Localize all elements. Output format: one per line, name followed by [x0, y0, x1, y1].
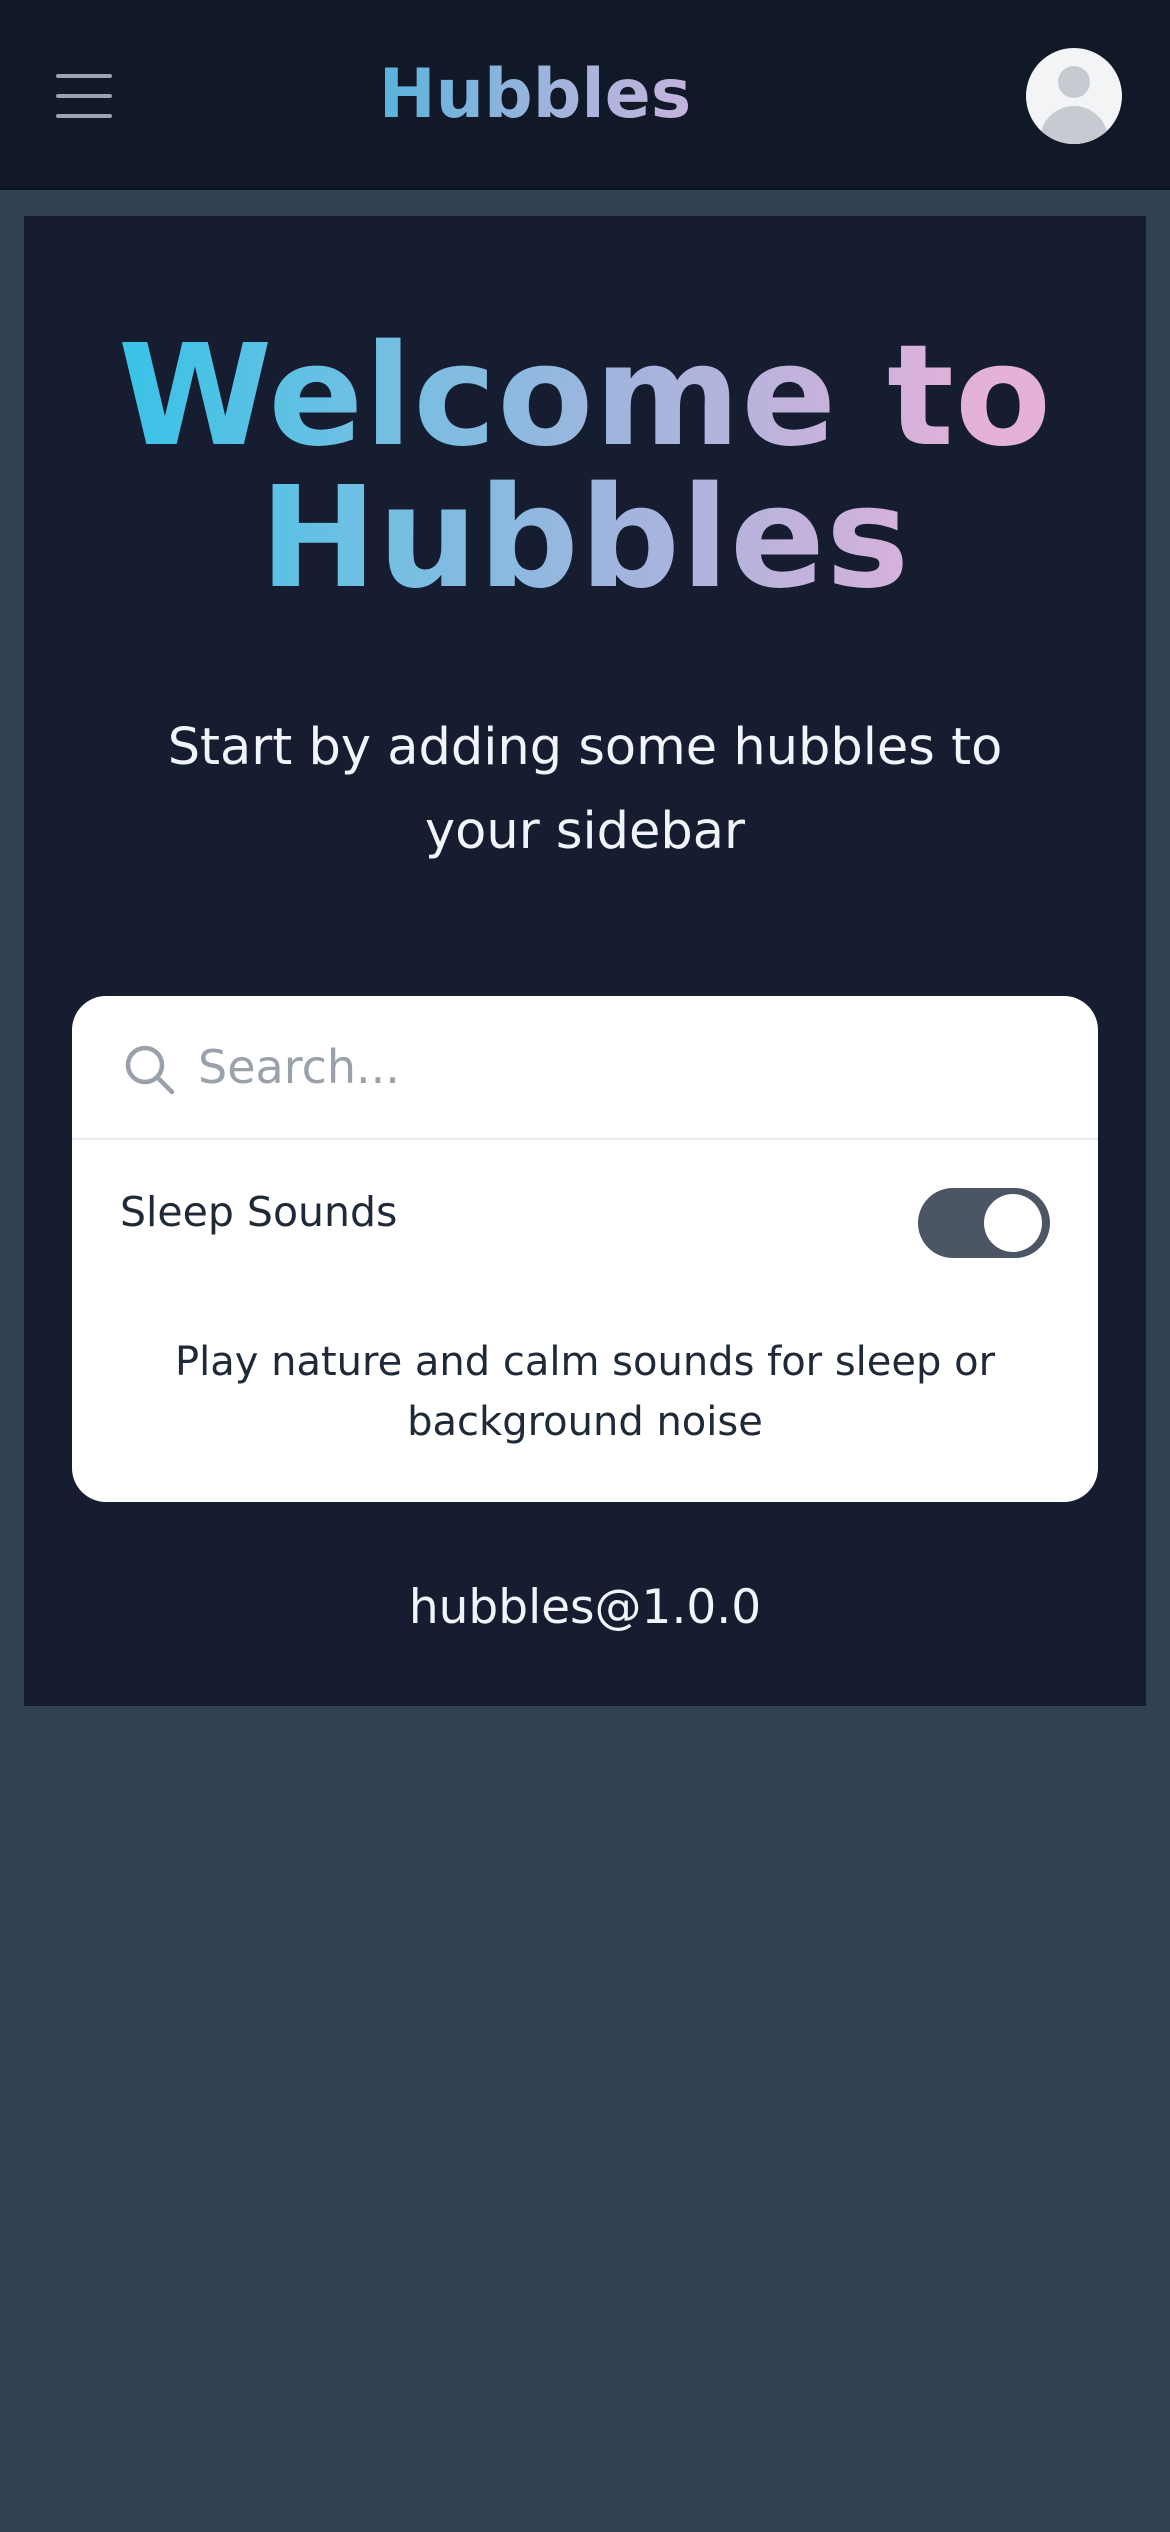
- sleep-sounds-toggle[interactable]: [918, 1188, 1050, 1258]
- version-label: hubbles@1.0.0: [408, 1580, 762, 1635]
- search-bar: [72, 996, 1098, 1140]
- hubble-card: Sleep Sounds Play nature and calm sounds…: [72, 996, 1098, 1502]
- welcome-subtitle: Start by adding some hubbles to your sid…: [167, 718, 1003, 861]
- menu-line: [56, 94, 112, 98]
- user-avatar-icon[interactable]: [1026, 48, 1122, 144]
- sleep-sounds-description: Play nature and calm sounds for sleep or…: [174, 1339, 996, 1445]
- menu-line: [56, 114, 112, 118]
- welcome-panel: Welcome to Hubbles Start by adding some …: [24, 216, 1146, 1706]
- sleep-sounds-label: Sleep Sounds: [120, 1188, 398, 1236]
- search-icon: [125, 1045, 175, 1095]
- welcome-heading: Welcome to Hubbles: [24, 326, 1146, 610]
- avatar-shoulders: [1040, 106, 1108, 144]
- menu-line: [56, 74, 112, 78]
- toggle-knob: [984, 1194, 1042, 1252]
- search-input[interactable]: [198, 1034, 1058, 1100]
- hamburger-menu-icon[interactable]: [56, 74, 112, 118]
- top-app-bar: Hubbles: [0, 0, 1170, 190]
- avatar-head: [1058, 66, 1090, 98]
- app-title: Hubbles: [235, 50, 835, 140]
